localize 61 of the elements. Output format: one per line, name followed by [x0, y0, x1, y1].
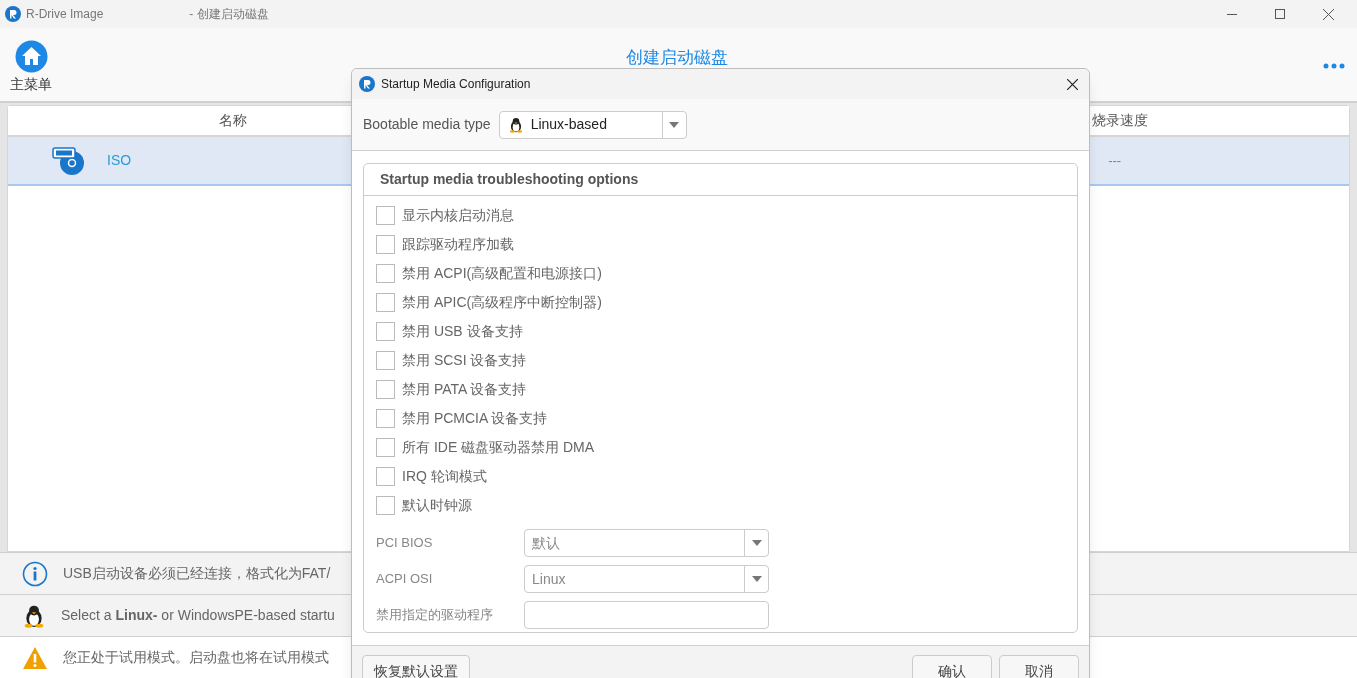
message-text: 您正处于试用模式。启动盘也将在试用模式 — [63, 648, 329, 667]
option-label: 默认时钟源 — [402, 496, 472, 515]
table-cell-text: ISO — [107, 151, 132, 170]
option-label: 禁用 PATA 设备支持 — [402, 380, 527, 399]
home-icon — [14, 40, 48, 73]
option-label: 所有 IDE 磁盘驱动器禁用 DMA — [402, 438, 595, 457]
page-title: 创建启动磁盘 — [626, 48, 728, 68]
dialog-title: Startup Media Configuration — [381, 76, 531, 93]
option-label: 跟踪驱动程序加载 — [402, 235, 514, 254]
table-cell-text: --- — [1108, 151, 1122, 170]
reset-button[interactable]: 恢复默认设置 — [362, 655, 470, 678]
option-label: 禁用 USB 设备支持 — [402, 322, 523, 341]
close-icon — [1066, 78, 1078, 90]
maximize-icon — [1275, 9, 1285, 19]
field-label: ACPI OSI — [376, 570, 434, 589]
checkbox[interactable] — [376, 380, 395, 399]
option-label: 显示内核启动消息 — [402, 206, 514, 225]
cancel-button[interactable]: 取消 — [999, 655, 1079, 678]
penguin-icon — [507, 116, 524, 133]
media-type-dropdown[interactable]: Linux-based — [498, 110, 687, 139]
warning-icon — [22, 645, 48, 670]
checkbox[interactable] — [376, 322, 395, 341]
checkbox[interactable] — [376, 351, 395, 370]
home-button[interactable]: 主菜单 — [10, 40, 52, 95]
dropdown[interactable]: Linux — [524, 565, 769, 593]
field-label: PCI BIOS — [376, 534, 434, 553]
message-text: USB启动设备必须已经连接，格式化为FAT/ — [63, 564, 331, 583]
option-label: 禁用 PCMCIA 设备支持 — [402, 409, 548, 428]
minimize-icon — [1227, 13, 1237, 15]
field-label: Bootable media type — [363, 115, 491, 134]
checkbox[interactable] — [376, 235, 395, 254]
checkbox[interactable] — [376, 264, 395, 283]
checkbox[interactable] — [376, 467, 395, 486]
message-text: Select a Linux- or WindowsPE-based startu — [61, 606, 335, 625]
dropdown[interactable]: 默认 — [524, 529, 769, 557]
app-logo-icon — [359, 76, 375, 92]
caret-icon — [751, 540, 762, 546]
app-logo-icon — [5, 6, 21, 22]
info-icon — [22, 560, 48, 587]
checkbox[interactable] — [376, 293, 395, 312]
group-title: Startup media troubleshooting options — [380, 170, 639, 189]
penguin-icon — [22, 603, 46, 628]
checkbox[interactable] — [376, 496, 395, 515]
window-title: - 创建启动磁盘 — [189, 6, 269, 23]
column-header[interactable]: 烧录速度 — [1092, 110, 1148, 131]
option-label: 禁用 SCSI 设备支持 — [402, 351, 527, 370]
checkbox[interactable] — [376, 438, 395, 457]
caret-icon — [669, 121, 680, 128]
more-icon[interactable] — [1323, 63, 1345, 69]
app-name: R-Drive Image — [26, 6, 104, 23]
checkbox[interactable] — [376, 206, 395, 225]
close-icon — [1322, 8, 1334, 20]
option-label: IRQ 轮询模式 — [402, 467, 487, 486]
ok-button[interactable]: 确认 — [912, 655, 992, 678]
option-label: 禁用 APIC(高级程序中断控制器) — [402, 293, 602, 312]
option-label: 禁用 ACPI(高级配置和电源接口) — [402, 264, 602, 283]
field-label: 禁用指定的驱动程序 — [376, 606, 494, 625]
caret-icon — [751, 576, 762, 582]
checkbox[interactable] — [376, 409, 395, 428]
disc-icon — [52, 145, 86, 176]
input-field[interactable] — [524, 601, 769, 629]
